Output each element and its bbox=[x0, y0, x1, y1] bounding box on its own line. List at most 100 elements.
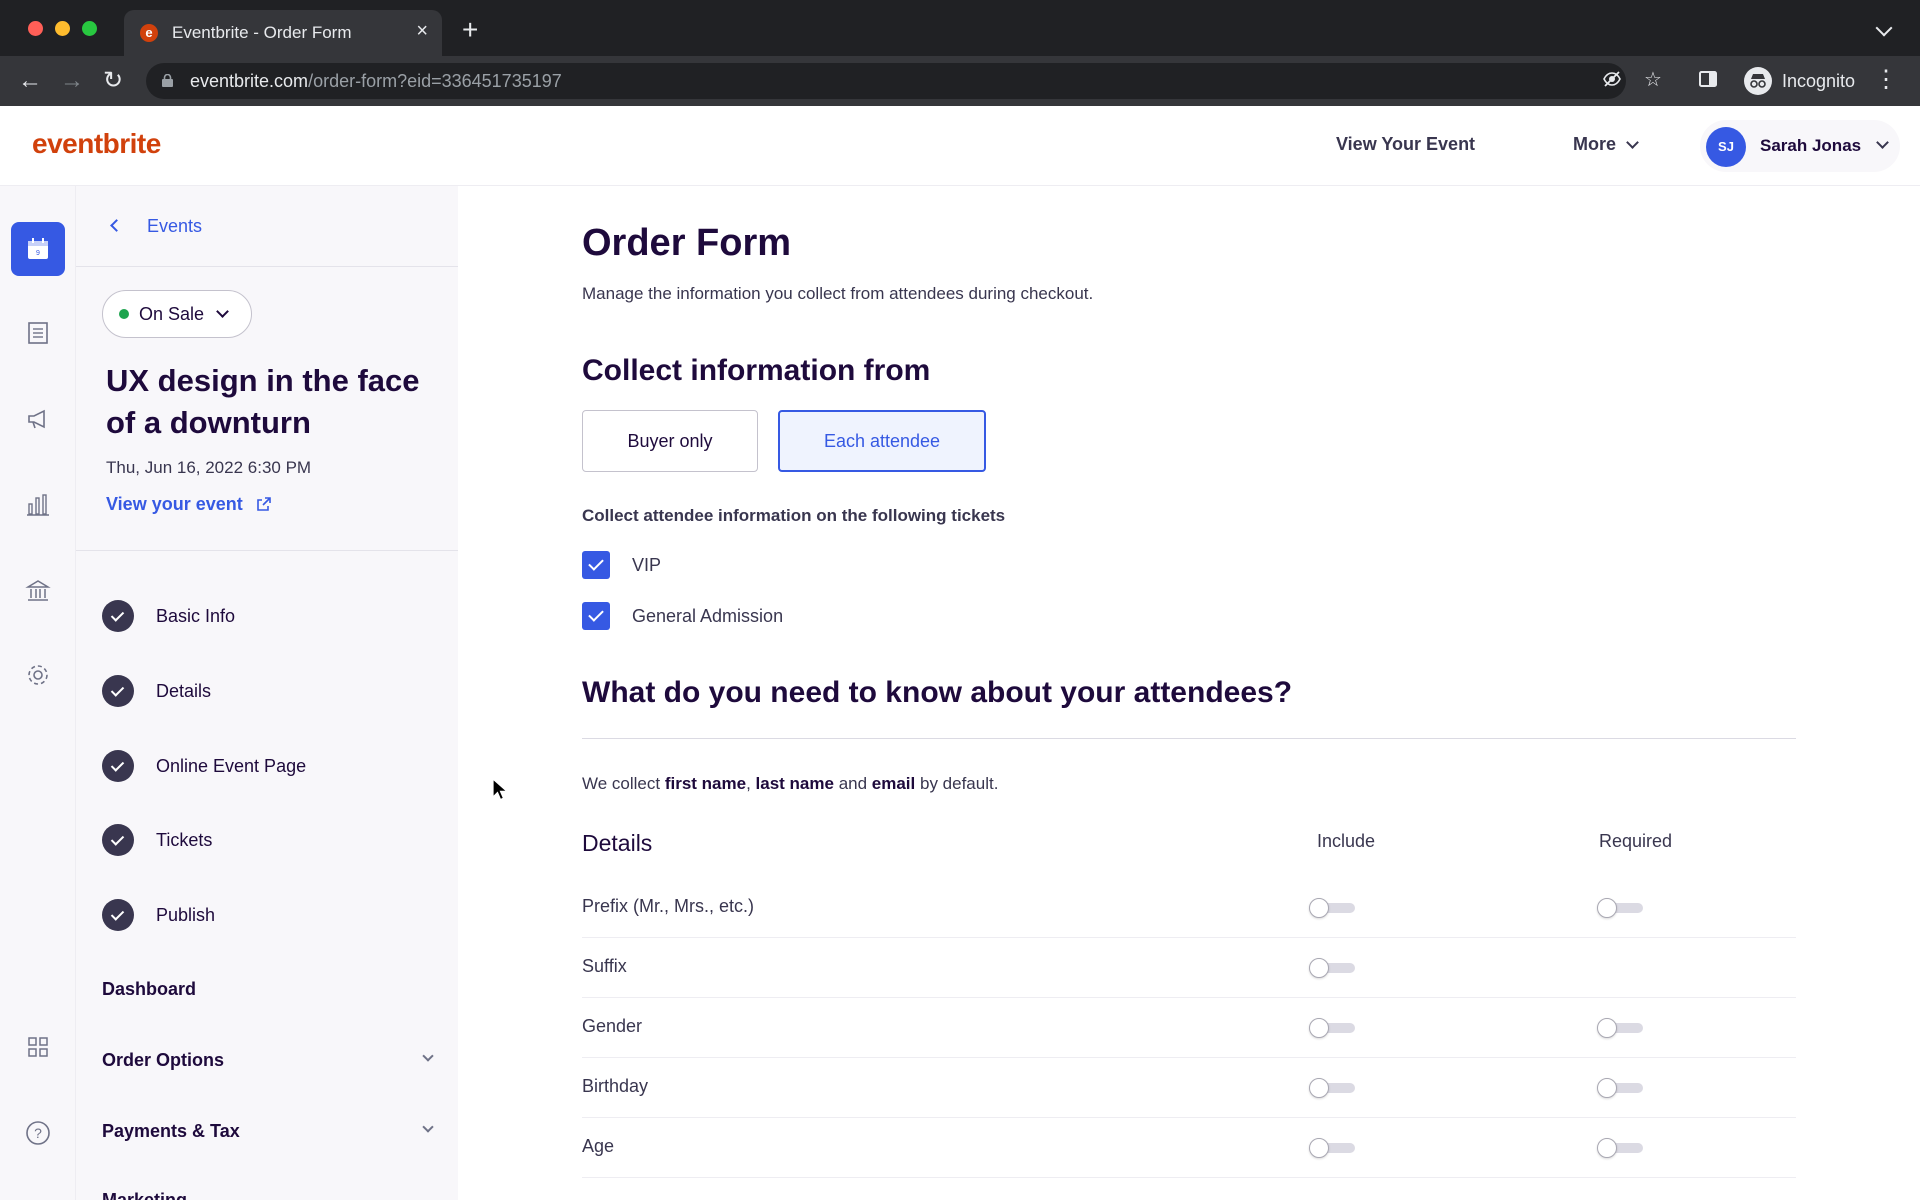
eventbrite-logo[interactable]: eventbrite bbox=[32, 128, 161, 160]
back-arrow-icon[interactable]: ← bbox=[18, 67, 42, 95]
include-toggle[interactable] bbox=[1309, 1138, 1355, 1158]
rail-apps-button[interactable] bbox=[11, 1020, 65, 1074]
page-title: Order Form bbox=[582, 222, 792, 264]
checkbox-checked[interactable] bbox=[582, 602, 610, 630]
sidebar-item-order-options[interactable]: Order Options bbox=[102, 1050, 434, 1071]
close-window-button[interactable] bbox=[28, 21, 43, 36]
eye-off-icon[interactable] bbox=[1602, 69, 1622, 95]
table-row: Age bbox=[582, 1118, 1796, 1178]
event-sidebar: Events On Sale UX design in the face of … bbox=[76, 186, 458, 1200]
required-toggle[interactable] bbox=[1597, 898, 1643, 918]
rail-help-button[interactable]: ? bbox=[11, 1106, 65, 1160]
view-your-event-link[interactable]: View Your Event bbox=[1336, 134, 1475, 155]
check-circle-icon bbox=[102, 675, 134, 707]
include-column-header: Include bbox=[1317, 831, 1376, 851]
url-text: eventbrite.com/order-form?eid=3364517351… bbox=[190, 71, 562, 91]
field-label: Birthday bbox=[582, 1076, 649, 1096]
step-label: Details bbox=[156, 680, 212, 701]
svg-text:9: 9 bbox=[36, 250, 40, 257]
eventbrite-favicon-icon: e bbox=[140, 24, 158, 42]
each-attendee-button[interactable]: Each attendee bbox=[778, 410, 986, 472]
rail-finance-button[interactable] bbox=[11, 564, 65, 618]
divider bbox=[76, 266, 458, 267]
icon-rail: 9 ? bbox=[0, 186, 76, 1200]
step-label: Basic Info bbox=[156, 605, 236, 626]
include-toggle[interactable] bbox=[1309, 1078, 1355, 1098]
field-label: Gender bbox=[582, 1016, 643, 1036]
status-label: On Sale bbox=[139, 303, 205, 324]
tab-search-chevron-icon[interactable] bbox=[1875, 19, 1893, 37]
incognito-icon bbox=[1744, 67, 1772, 95]
step-publish[interactable]: Publish bbox=[102, 899, 215, 931]
sidebar-item-payments-tax[interactable]: Payments & Tax bbox=[102, 1121, 434, 1142]
minimize-window-button[interactable] bbox=[55, 21, 70, 36]
required-toggle[interactable] bbox=[1597, 1078, 1643, 1098]
section-label: Order Options bbox=[102, 1050, 225, 1070]
step-basic-info[interactable]: Basic Info bbox=[102, 600, 235, 632]
browser-tab[interactable]: e Eventbrite - Order Form × bbox=[124, 10, 442, 56]
divider bbox=[76, 550, 458, 551]
side-panel-icon[interactable] bbox=[1698, 68, 1718, 96]
checkbox-checked[interactable] bbox=[582, 551, 610, 579]
sidebar-item-marketing[interactable]: Marketing bbox=[102, 1190, 432, 1200]
ticket-vip-checkbox-row[interactable]: VIP bbox=[582, 551, 661, 579]
event-status-dropdown[interactable]: On Sale bbox=[102, 290, 253, 338]
event-title: UX design in the face of a downturn bbox=[106, 363, 420, 440]
close-tab-icon[interactable]: × bbox=[416, 20, 428, 43]
field-label: Prefix (Mr., Mrs., etc.) bbox=[582, 896, 755, 916]
event-date: Thu, Jun 16, 2022 6:30 PM bbox=[106, 458, 312, 477]
gear-icon bbox=[28, 665, 48, 685]
required-column-header: Required bbox=[1599, 831, 1673, 851]
rail-events-button[interactable]: 9 bbox=[11, 222, 65, 276]
check-circle-icon bbox=[102, 750, 134, 782]
megaphone-icon bbox=[28, 409, 45, 429]
bookmark-star-icon[interactable]: ☆ bbox=[1644, 67, 1662, 92]
reload-icon[interactable]: ↻ bbox=[103, 67, 123, 95]
rail-reports-button[interactable] bbox=[11, 478, 65, 532]
address-bar[interactable]: eventbrite.com/order-form?eid=3364517351… bbox=[146, 63, 1662, 99]
required-toggle[interactable] bbox=[1597, 1018, 1643, 1038]
ticket-label: VIP bbox=[632, 554, 662, 575]
include-toggle[interactable] bbox=[1309, 958, 1355, 978]
section-label: Payments & Tax bbox=[102, 1121, 240, 1141]
incognito-profile-button[interactable]: Incognito bbox=[1736, 62, 1867, 100]
more-menu-button[interactable]: More bbox=[1573, 134, 1639, 155]
step-label: Tickets bbox=[156, 829, 213, 850]
step-tickets[interactable]: Tickets bbox=[102, 824, 212, 856]
buyer-only-button[interactable]: Buyer only bbox=[582, 410, 758, 472]
forward-arrow-icon[interactable]: → bbox=[60, 67, 84, 95]
chevron-down-icon bbox=[216, 304, 229, 318]
step-online-event-page[interactable]: Online Event Page bbox=[102, 750, 306, 782]
step-label: Online Event Page bbox=[156, 755, 307, 776]
include-toggle[interactable] bbox=[1309, 1018, 1355, 1038]
browser-toolbar: ← → ↻ eventbrite.com/order-form?eid=3364… bbox=[0, 56, 1920, 106]
apps-grid-icon bbox=[28, 1037, 48, 1057]
include-toggle[interactable] bbox=[1309, 898, 1355, 918]
back-to-events-link[interactable]: Events bbox=[110, 216, 202, 237]
bar-chart-icon bbox=[27, 494, 49, 516]
step-details[interactable]: Details bbox=[102, 675, 211, 707]
rail-settings-button[interactable] bbox=[11, 648, 65, 702]
sidebar-item-dashboard[interactable]: Dashboard bbox=[102, 979, 432, 1000]
browser-menu-icon[interactable]: ⋮ bbox=[1874, 68, 1898, 92]
check-circle-icon bbox=[102, 824, 134, 856]
tab-title: Eventbrite - Order Form bbox=[172, 23, 352, 42]
collect-heading: Collect information from bbox=[582, 354, 931, 387]
chevron-down-icon bbox=[1876, 136, 1889, 149]
ticket-general-admission-checkbox-row[interactable]: General Admission bbox=[582, 602, 783, 630]
rail-orders-button[interactable] bbox=[11, 306, 65, 360]
user-menu-button[interactable]: SJ Sarah Jonas bbox=[1700, 120, 1900, 172]
rail-marketing-button[interactable] bbox=[11, 392, 65, 446]
view-your-event-sidebar-link[interactable]: View your event bbox=[106, 494, 272, 515]
table-row: Birthday bbox=[582, 1058, 1796, 1118]
new-tab-icon[interactable]: + bbox=[462, 16, 478, 44]
view-event-label: View your event bbox=[106, 494, 243, 514]
avatar: SJ bbox=[1706, 127, 1746, 167]
svg-text:?: ? bbox=[34, 1125, 42, 1141]
maximize-window-button[interactable] bbox=[82, 21, 97, 36]
required-toggle[interactable] bbox=[1597, 1138, 1643, 1158]
table-row: Prefix (Mr., Mrs., etc.) bbox=[582, 878, 1796, 938]
ticket-label: General Admission bbox=[632, 605, 784, 626]
details-section-heading: Details bbox=[582, 830, 653, 856]
tickets-label: Collect attendee information on the foll… bbox=[582, 506, 1006, 525]
